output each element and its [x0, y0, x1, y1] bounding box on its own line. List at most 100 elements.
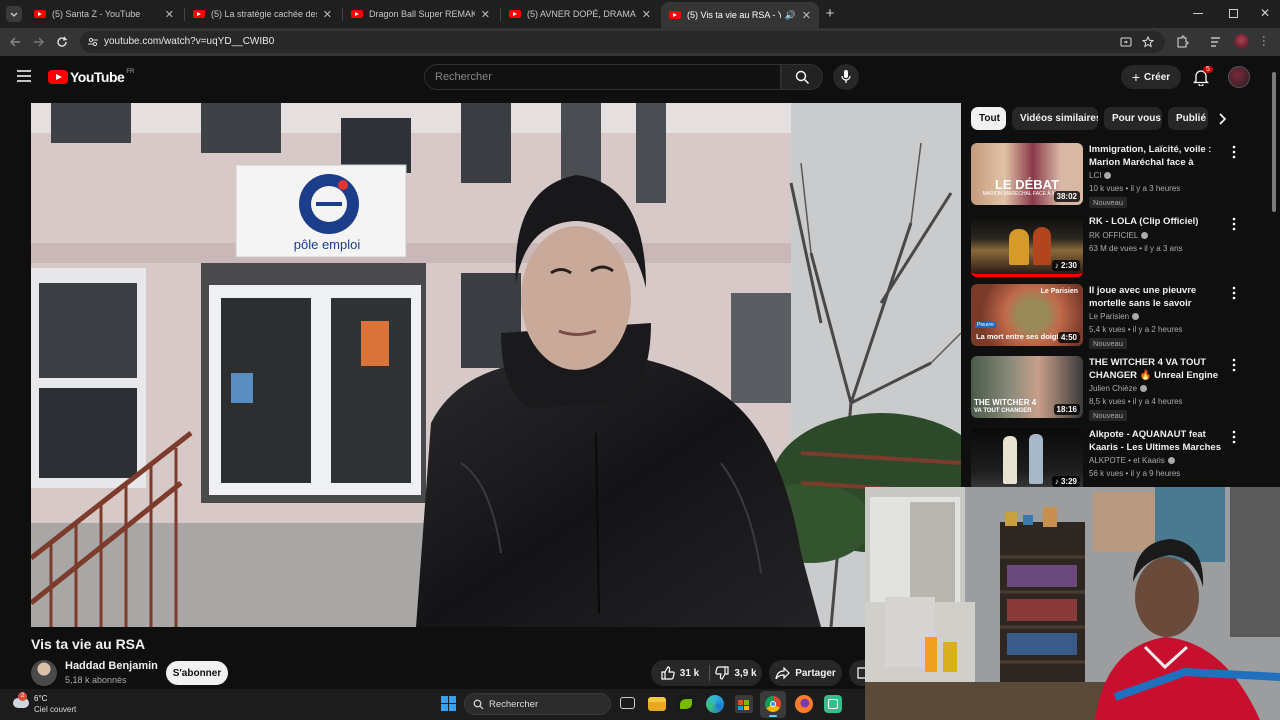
- region-code: FR: [126, 69, 135, 75]
- browser-tab[interactable]: (5) AVNER DOPÉ, DRAMA AVEC ✕: [501, 0, 659, 28]
- channel-label: LCI: [1089, 171, 1102, 180]
- recommendation-title[interactable]: THE WITCHER 4 VA TOUT CHANGER 🔥 Unreal E…: [1089, 356, 1225, 382]
- forward-arrow-icon[interactable]: [32, 35, 46, 49]
- recommendation-title[interactable]: Alkpote - AQUANAUT feat Kaaris - Les Ult…: [1089, 428, 1225, 454]
- recommendation-channel[interactable]: ALKPOTE • et Kaaris: [1089, 456, 1175, 465]
- close-window-button[interactable]: ✕: [1260, 6, 1272, 20]
- share-button[interactable]: Partager: [769, 660, 842, 686]
- page-scrollbar[interactable]: [1270, 62, 1278, 212]
- close-tab-icon[interactable]: ✕: [642, 8, 651, 21]
- user-avatar[interactable]: [1228, 66, 1250, 88]
- tab-title: (5) Vis ta vie au RSA - YouTu: [687, 10, 781, 20]
- filter-chip-related[interactable]: Vidéos similaires: [1012, 107, 1098, 130]
- filter-chip-for-you[interactable]: Pour vous: [1104, 107, 1162, 130]
- create-button[interactable]: + Créer: [1121, 65, 1181, 89]
- recommendation-channel[interactable]: RK OFFICIEL: [1089, 231, 1149, 240]
- youtube-favicon-icon: [351, 10, 363, 18]
- windows-start-icon[interactable]: [441, 696, 456, 711]
- channel-label: Julien Chièze: [1089, 384, 1138, 393]
- recommendation-item[interactable]: ♪ 2:30 RK - LOLA (Clip Officiel) RK OFFI…: [971, 215, 1261, 281]
- video-thumbnail[interactable]: ♪ 3:29: [971, 428, 1083, 490]
- verified-check-icon: [1140, 385, 1148, 392]
- recommendation-title[interactable]: Immigration, Laïcité, voile : Marion Mar…: [1089, 143, 1225, 169]
- tab-title: (5) AVNER DOPÉ, DRAMA AVEC: [527, 9, 636, 19]
- video-thumbnail[interactable]: Le Parisien Pieuvre La mort entre ses do…: [971, 284, 1083, 346]
- audio-playing-icon[interactable]: 🔊: [785, 10, 796, 21]
- profile-avatar[interactable]: [1234, 34, 1249, 49]
- close-tab-icon[interactable]: ✕: [165, 8, 174, 21]
- browser-tab[interactable]: (5) Santa Z - YouTube ✕: [26, 0, 182, 28]
- reading-list-icon[interactable]: [1210, 36, 1224, 48]
- verified-check-icon: [1132, 313, 1140, 320]
- more-vertical-icon[interactable]: [1229, 217, 1239, 231]
- video-player[interactable]: pôle emploi: [31, 103, 961, 627]
- nvidia-icon[interactable]: [677, 695, 695, 713]
- microsoft-store-icon[interactable]: [735, 695, 753, 713]
- filter-chip-published[interactable]: Publié: [1168, 107, 1208, 130]
- close-tab-icon[interactable]: ✕: [481, 8, 490, 21]
- more-vertical-icon[interactable]: [1229, 430, 1239, 444]
- close-tab-icon[interactable]: ✕: [802, 9, 811, 22]
- voice-search-button[interactable]: [833, 64, 859, 90]
- chrome-taskbar-item[interactable]: [760, 691, 786, 718]
- task-view-icon[interactable]: [620, 697, 635, 709]
- reload-icon[interactable]: [55, 35, 69, 49]
- bookmark-star-icon[interactable]: [1142, 36, 1154, 48]
- more-vertical-icon[interactable]: [1229, 358, 1239, 372]
- recommendation-channel[interactable]: LCI: [1089, 171, 1112, 180]
- browser-menu-icon[interactable]: · · ·: [1262, 32, 1266, 51]
- youtube-logo[interactable]: YouTube FR: [48, 69, 134, 85]
- youtube-favicon-icon: [509, 10, 521, 18]
- recommendation-item[interactable]: LE DÉBAT MARION MARÉCHAL FACE À MARINE 3…: [971, 143, 1261, 209]
- browser-tab[interactable]: (5) La stratégie cachée des "Ma ✕: [185, 0, 340, 28]
- filter-chip-all[interactable]: Tout: [971, 107, 1006, 130]
- verified-check-icon: [1141, 232, 1149, 239]
- taskbar-search[interactable]: Rechercher: [464, 693, 611, 715]
- chevron-right-icon[interactable]: [1216, 112, 1228, 126]
- more-vertical-icon[interactable]: [1229, 145, 1239, 159]
- thumbnail-text: THE WITCHER 4: [974, 398, 1037, 407]
- recommendation-channel[interactable]: Julien Chièze: [1089, 384, 1148, 393]
- video-thumbnail[interactable]: THE WITCHER 4 VA TOUT CHANGER 18:16: [971, 356, 1083, 418]
- close-tab-icon[interactable]: ✕: [323, 8, 332, 21]
- browser-tab[interactable]: Dragon Ball Super REMAKE : La ✕: [343, 0, 498, 28]
- address-bar[interactable]: youtube.com/watch?v=uqYD__CWIB0: [80, 31, 1165, 53]
- maximize-window-button[interactable]: [1229, 9, 1238, 18]
- tab-search-button[interactable]: [6, 6, 22, 22]
- recommendation-item[interactable]: ♪ 3:29 Alkpote - AQUANAUT feat Kaaris - …: [971, 428, 1261, 494]
- recommendation-item[interactable]: Le Parisien Pieuvre La mort entre ses do…: [971, 284, 1261, 350]
- app-icon[interactable]: [824, 695, 842, 713]
- site-info-icon[interactable]: [87, 36, 99, 48]
- recommendation-title[interactable]: Il joue avec une pieuvre mortelle sans l…: [1089, 284, 1225, 310]
- minimize-window-button[interactable]: [1193, 13, 1203, 14]
- video-thumbnail[interactable]: ♪ 2:30: [971, 215, 1083, 277]
- youtube-play-logo-icon: [48, 70, 68, 84]
- cast-icon[interactable]: [1120, 36, 1132, 48]
- back-arrow-icon[interactable]: [8, 35, 22, 49]
- file-explorer-icon[interactable]: [648, 697, 666, 711]
- recommendation-title[interactable]: RK - LOLA (Clip Officiel): [1089, 215, 1225, 228]
- video-thumbnail[interactable]: LE DÉBAT MARION MARÉCHAL FACE À MARINE 3…: [971, 143, 1083, 205]
- pole-emploi-sign-text: pôle emploi: [294, 237, 361, 252]
- like-button[interactable]: 31 k: [651, 660, 709, 686]
- video-duration: ♪ 3:29: [1051, 476, 1080, 487]
- search-input[interactable]: Rechercher: [424, 64, 781, 90]
- firefox-icon[interactable]: [795, 695, 813, 713]
- windows-taskbar: 2 6°C Ciel couvert Rechercher: [0, 689, 865, 720]
- weather-badge: 2: [18, 692, 27, 701]
- new-tab-button[interactable]: +: [822, 5, 838, 23]
- search-button[interactable]: [781, 64, 823, 90]
- recommendation-item[interactable]: THE WITCHER 4 VA TOUT CHANGER 18:16 THE …: [971, 356, 1261, 422]
- hamburger-menu-icon[interactable]: [17, 70, 31, 82]
- recommendation-channel[interactable]: Le Parisien: [1089, 312, 1140, 321]
- subscribe-button[interactable]: S'abonner: [166, 661, 228, 685]
- edge-browser-icon[interactable]: [706, 695, 724, 713]
- video-duration: ♪ 2:30: [1051, 260, 1080, 271]
- channel-name[interactable]: Haddad Benjamin: [65, 660, 158, 672]
- dislike-button[interactable]: 3,9 k: [710, 660, 762, 686]
- channel-avatar[interactable]: [31, 660, 57, 686]
- more-vertical-icon[interactable]: [1229, 286, 1239, 300]
- extensions-icon[interactable]: [1175, 35, 1189, 49]
- browser-tab-active[interactable]: (5) Vis ta vie au RSA - YouTu 🔊 ✕: [661, 2, 819, 28]
- video-title: Vis ta vie au RSA: [31, 636, 146, 652]
